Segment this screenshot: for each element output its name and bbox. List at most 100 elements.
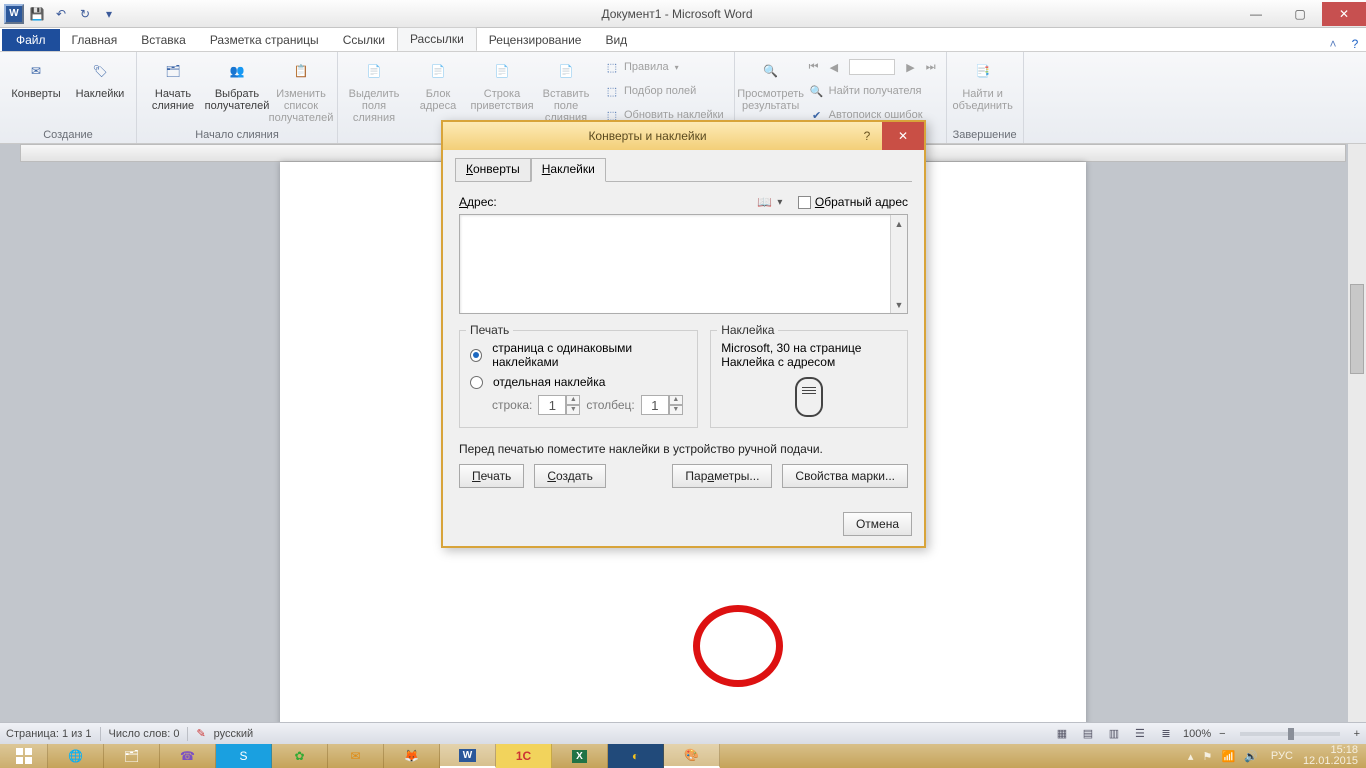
btn-highlight-fields: 📄 Выделить поля слияния bbox=[344, 54, 404, 126]
dialog-tab-labels[interactable]: Наклейки bbox=[531, 158, 606, 182]
label-legend: Наклейка bbox=[717, 323, 778, 337]
address-scrollbar[interactable]: ▲ ▼ bbox=[890, 215, 907, 313]
scroll-down-icon[interactable]: ▼ bbox=[891, 296, 907, 313]
dialog-close-button[interactable]: ✕ bbox=[882, 122, 924, 150]
row-down-icon[interactable]: ▼ bbox=[566, 405, 580, 415]
tab-home[interactable]: Главная bbox=[60, 29, 130, 51]
qat-customize-icon[interactable]: ▾ bbox=[98, 3, 120, 25]
view-outline-icon[interactable]: ☰ bbox=[1131, 726, 1149, 742]
btn-start-merge[interactable]: 🗂 Начать слияние bbox=[143, 54, 203, 114]
maximize-button[interactable]: ▢ bbox=[1278, 2, 1322, 26]
col-input[interactable] bbox=[641, 395, 669, 415]
view-draft-icon[interactable]: ≣ bbox=[1157, 726, 1175, 742]
tab-insert[interactable]: Вставка bbox=[129, 29, 198, 51]
status-page[interactable]: Страница: 1 из 1 bbox=[6, 728, 92, 740]
taskbar-excel-icon[interactable]: X bbox=[552, 744, 608, 768]
vertical-scrollbar[interactable] bbox=[1348, 144, 1366, 722]
radio-single-label[interactable] bbox=[470, 376, 483, 389]
qat-undo-icon[interactable]: ↶ bbox=[50, 3, 72, 25]
view-print-layout-icon[interactable]: ▦ bbox=[1053, 726, 1071, 742]
address-textarea[interactable]: ▲ ▼ bbox=[459, 214, 908, 314]
zoom-out-button[interactable]: − bbox=[1219, 728, 1225, 740]
taskbar-word-icon[interactable]: W bbox=[440, 744, 496, 768]
btn-address-block: 📄 Блок адреса bbox=[408, 54, 468, 114]
group-create-label: Создание bbox=[6, 128, 130, 143]
address-book-icon[interactable]: 📖 bbox=[756, 194, 774, 210]
taskbar-app-icon[interactable]: ◐ bbox=[608, 744, 664, 768]
btn-envelopes[interactable]: ✉ Конверты bbox=[6, 54, 66, 102]
col-label: столбец: bbox=[586, 398, 634, 412]
help-icon[interactable]: ? bbox=[1344, 37, 1366, 51]
finish-icon: 📑 bbox=[966, 56, 1000, 86]
zoom-value[interactable]: 100% bbox=[1183, 728, 1211, 740]
btn-merge-label: Вставить поле слияния bbox=[538, 88, 594, 124]
qat-save-icon[interactable]: 💾 bbox=[26, 3, 48, 25]
tray-volume-icon[interactable]: 🔊 bbox=[1244, 751, 1258, 763]
scroll-up-icon[interactable]: ▲ bbox=[891, 215, 907, 232]
proofing-icon[interactable]: ✎ bbox=[196, 727, 205, 740]
view-fullscreen-icon[interactable]: ▤ bbox=[1079, 726, 1097, 742]
tray-network-icon[interactable]: 📶 bbox=[1221, 751, 1235, 763]
dialog-help-button[interactable]: ? bbox=[852, 129, 882, 143]
btn-labels[interactable]: 🏷 Наклейки bbox=[70, 54, 130, 102]
address-dropdown-icon[interactable]: ▾ bbox=[774, 197, 786, 208]
radio-full-page[interactable] bbox=[470, 349, 482, 362]
col-down-icon[interactable]: ▼ bbox=[669, 405, 683, 415]
return-address-checkbox[interactable] bbox=[798, 196, 811, 209]
zoom-slider[interactable] bbox=[1240, 732, 1340, 736]
taskbar-explorer-icon[interactable]: 🗂 bbox=[104, 744, 160, 768]
taskbar-firefox-icon[interactable]: 🦊 bbox=[384, 744, 440, 768]
col-up-icon[interactable]: ▲ bbox=[669, 395, 683, 405]
minimize-button[interactable]: — bbox=[1234, 2, 1278, 26]
tray-up-icon[interactable]: ▴ bbox=[1188, 751, 1194, 763]
ribbon-minimize-icon[interactable]: ˄ bbox=[1322, 37, 1344, 51]
preview-icon: 🔍 bbox=[754, 56, 788, 86]
row-up-icon[interactable]: ▲ bbox=[566, 395, 580, 405]
status-language[interactable]: русский bbox=[214, 728, 253, 740]
qat-redo-icon[interactable]: ↻ bbox=[74, 3, 96, 25]
zoom-thumb[interactable] bbox=[1288, 728, 1294, 740]
taskbar-viber-icon[interactable]: ☎ bbox=[160, 744, 216, 768]
taskbar-1c-icon[interactable]: 1C bbox=[496, 744, 552, 768]
start-button[interactable] bbox=[0, 744, 48, 768]
status-words[interactable]: Число слов: 0 bbox=[109, 728, 180, 740]
tab-review[interactable]: Рецензирование bbox=[477, 29, 594, 51]
taskbar-ie-icon[interactable]: 🌐 bbox=[48, 744, 104, 768]
tray-clock[interactable]: 15:18 12.01.2015 bbox=[1303, 745, 1358, 767]
zoom-in-button[interactable]: + bbox=[1354, 728, 1360, 740]
labels-icon: 🏷 bbox=[83, 56, 117, 86]
print-button[interactable]: Печать bbox=[459, 464, 524, 488]
cancel-button[interactable]: Отмена bbox=[843, 512, 912, 536]
taskbar-icq-icon[interactable]: ✿ bbox=[272, 744, 328, 768]
tab-layout[interactable]: Разметка страницы bbox=[198, 29, 331, 51]
envelopes-labels-dialog: Конверты и наклейки ? ✕ Конверты Наклейк… bbox=[441, 120, 926, 548]
close-button[interactable]: ✕ bbox=[1322, 2, 1366, 26]
btn-finish-merge: 📑 Найти и объединить bbox=[953, 54, 1013, 114]
btn-greeting: 📄 Строка приветствия bbox=[472, 54, 532, 114]
tray-language[interactable]: РУС bbox=[1271, 750, 1293, 762]
row-input[interactable] bbox=[538, 395, 566, 415]
dialog-tab-envelopes[interactable]: Конверты bbox=[455, 158, 531, 182]
taskbar-paint-icon[interactable]: 🎨 bbox=[664, 744, 720, 768]
btn-match-fields: ⬚Подбор полей bbox=[600, 80, 728, 102]
btn-start-merge-label: Начать слияние bbox=[152, 88, 194, 112]
btn-greeting-label: Строка приветствия bbox=[470, 88, 533, 112]
taskbar-skype-icon[interactable]: S bbox=[216, 744, 272, 768]
tab-references[interactable]: Ссылки bbox=[331, 29, 397, 51]
tab-file[interactable]: Файл bbox=[2, 29, 60, 51]
return-address-label: Обратный адрес bbox=[815, 195, 908, 209]
stamp-properties-button[interactable]: Свойства марки... bbox=[782, 464, 908, 488]
tab-view[interactable]: Вид bbox=[593, 29, 639, 51]
dialog-titlebar[interactable]: Конверты и наклейки ? ✕ bbox=[443, 122, 924, 150]
titlebar: W 💾 ↶ ↻ ▾ Документ1 - Microsoft Word — ▢… bbox=[0, 0, 1366, 28]
tab-mailings[interactable]: Рассылки bbox=[397, 27, 477, 51]
scrollbar-thumb[interactable] bbox=[1350, 284, 1364, 374]
taskbar-outlook-icon[interactable]: ✉ bbox=[328, 744, 384, 768]
options-button[interactable]: Параметры... bbox=[672, 464, 772, 488]
create-button[interactable]: Создать bbox=[534, 464, 606, 488]
btn-select-recipients[interactable]: 👥 Выбрать получателей bbox=[207, 54, 267, 114]
view-web-icon[interactable]: ▥ bbox=[1105, 726, 1123, 742]
col-spinner[interactable]: ▲▼ bbox=[641, 395, 683, 415]
row-spinner[interactable]: ▲▼ bbox=[538, 395, 580, 415]
tray-flag-icon[interactable]: ⚑ bbox=[1203, 751, 1213, 763]
